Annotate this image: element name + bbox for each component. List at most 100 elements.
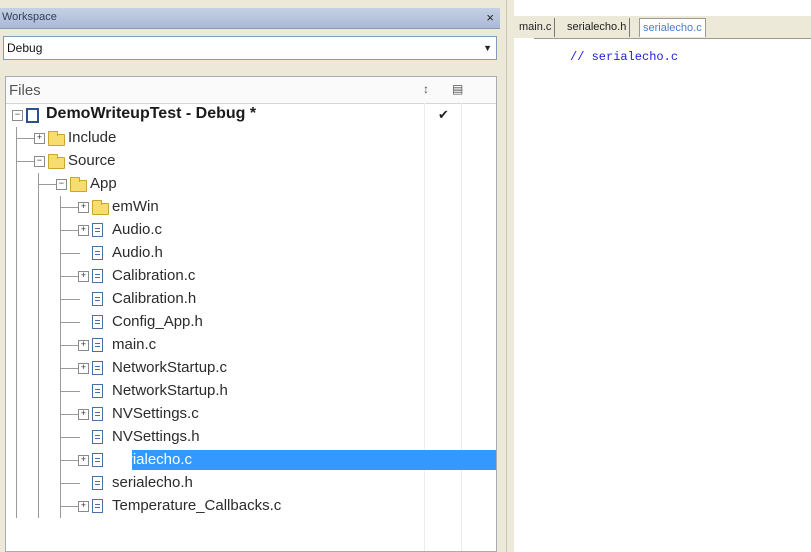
expand-icon[interactable]: + <box>78 225 89 236</box>
tree-connector <box>60 495 61 518</box>
tree-connector <box>16 242 17 265</box>
tree-connector <box>16 288 17 311</box>
tree-row[interactable]: + Include <box>6 127 496 150</box>
tree-item-label: NVSettings.c <box>112 405 199 422</box>
tree-row[interactable]: Config_App.h <box>6 311 496 334</box>
tree-row[interactable]: serialecho.h <box>6 472 496 495</box>
configuration-value: Debug <box>7 41 43 55</box>
tree-row[interactable]: + Calibration.c <box>6 265 496 288</box>
tree-connector <box>16 426 17 449</box>
tree-connector <box>60 253 80 254</box>
code-line[interactable]: // serialecho.c <box>570 50 678 64</box>
tab-serialecho-c[interactable]: serialecho.c <box>639 18 706 37</box>
tree-connector <box>16 265 17 288</box>
file-icon <box>92 407 103 421</box>
tree-row[interactable]: + Temperature_Callbacks.c <box>6 495 496 518</box>
tree-row[interactable]: NVSettings.h <box>6 426 496 449</box>
chevron-down-icon[interactable]: ▼ <box>483 43 492 53</box>
tree-connector <box>60 437 80 438</box>
tree-row[interactable]: + Audio.c <box>6 219 496 242</box>
tree-connector <box>60 311 61 334</box>
expand-icon[interactable]: + <box>34 133 45 144</box>
expand-icon[interactable]: + <box>78 363 89 374</box>
tree-connector <box>60 265 61 288</box>
tree-row[interactable]: − App <box>6 173 496 196</box>
expand-icon[interactable]: + <box>78 271 89 282</box>
tree-connector <box>60 357 61 380</box>
tree-connector <box>16 334 17 357</box>
tree-connector <box>16 196 17 219</box>
file-icon <box>92 246 103 260</box>
tree-item-label: Temperature_Callbacks.c <box>112 497 282 514</box>
tree-connector <box>38 472 39 495</box>
tree-row[interactable]: + serialecho.c <box>6 449 496 472</box>
tree-connector <box>16 127 17 150</box>
file-icon <box>92 384 103 398</box>
tree-connector <box>60 380 61 403</box>
check-icon: ✔ <box>438 107 449 122</box>
tree-connector <box>16 380 17 403</box>
tree-connector <box>38 403 39 426</box>
tree-connector <box>60 368 80 369</box>
tree-connector <box>60 460 80 461</box>
tree-connector <box>60 506 80 507</box>
tree-connector <box>16 403 17 426</box>
tree-row[interactable]: + NetworkStartup.c <box>6 357 496 380</box>
file-icon <box>92 223 103 237</box>
file-icon <box>92 453 103 467</box>
sort-icon[interactable]: ↕ <box>423 82 429 96</box>
collapse-icon[interactable]: − <box>34 156 45 167</box>
close-icon[interactable]: × <box>486 10 494 25</box>
tree-row[interactable]: Audio.h <box>6 242 496 265</box>
expand-icon[interactable]: + <box>78 202 89 213</box>
file-icon <box>92 315 103 329</box>
tree-connector <box>38 184 58 185</box>
expand-icon[interactable]: + <box>78 501 89 512</box>
files-header-label: Files <box>9 82 41 99</box>
editor-tabs: main.c serialecho.h serialecho.c <box>514 16 811 39</box>
tree-connector <box>60 196 61 219</box>
expand-icon[interactable]: + <box>78 340 89 351</box>
options-icon[interactable]: ▤ <box>452 82 463 96</box>
tree-row[interactable]: Calibration.h <box>6 288 496 311</box>
collapse-icon[interactable]: − <box>12 110 23 121</box>
tree-row[interactable]: + emWin <box>6 196 496 219</box>
tree-connector <box>60 219 61 242</box>
tree-item-label: Calibration.h <box>112 290 197 307</box>
folder-icon <box>48 154 65 169</box>
tree-connector <box>38 196 39 219</box>
tree-connector <box>38 242 39 265</box>
configuration-dropdown[interactable]: Debug ▼ <box>3 36 497 60</box>
tree-connector <box>60 322 80 323</box>
tree-connector <box>16 311 17 334</box>
tree-connector <box>16 138 36 139</box>
file-tree: Files ↕ ▤ − DemoWriteupTest - Debug * ✔ + In… <box>5 76 497 552</box>
tree-item-label: serialecho.h <box>112 474 193 491</box>
tree-item-label: NetworkStartup.c <box>112 359 228 376</box>
folder-icon <box>92 200 109 215</box>
tree-connector <box>60 483 80 484</box>
tab-main-c[interactable]: main.c <box>516 18 556 37</box>
tab-serialecho-h[interactable]: serialecho.h <box>564 18 631 37</box>
file-icon <box>92 338 103 352</box>
file-icon <box>92 476 103 490</box>
tree-row[interactable]: + main.c <box>6 334 496 357</box>
tree-connector <box>60 299 80 300</box>
tree-row[interactable]: − DemoWriteupTest - Debug * ✔ <box>6 104 496 127</box>
tree-row[interactable]: + NVSettings.c <box>6 403 496 426</box>
tree-item-label: emWin <box>112 198 159 215</box>
tree-connector <box>38 426 39 449</box>
tree-connector <box>38 357 39 380</box>
tree-connector <box>38 495 39 518</box>
collapse-icon[interactable]: − <box>56 179 67 190</box>
tree-row[interactable]: NetworkStartup.h <box>6 380 496 403</box>
file-icon <box>92 499 103 513</box>
tree-connector <box>16 357 17 380</box>
tree-connector <box>60 449 61 472</box>
tree-item-label: App <box>90 175 117 192</box>
tree-connector <box>38 334 39 357</box>
tree-row[interactable]: − Source <box>6 150 496 173</box>
expand-icon[interactable]: + <box>78 455 89 466</box>
tree-item-label: Source <box>68 152 116 169</box>
expand-icon[interactable]: + <box>78 409 89 420</box>
